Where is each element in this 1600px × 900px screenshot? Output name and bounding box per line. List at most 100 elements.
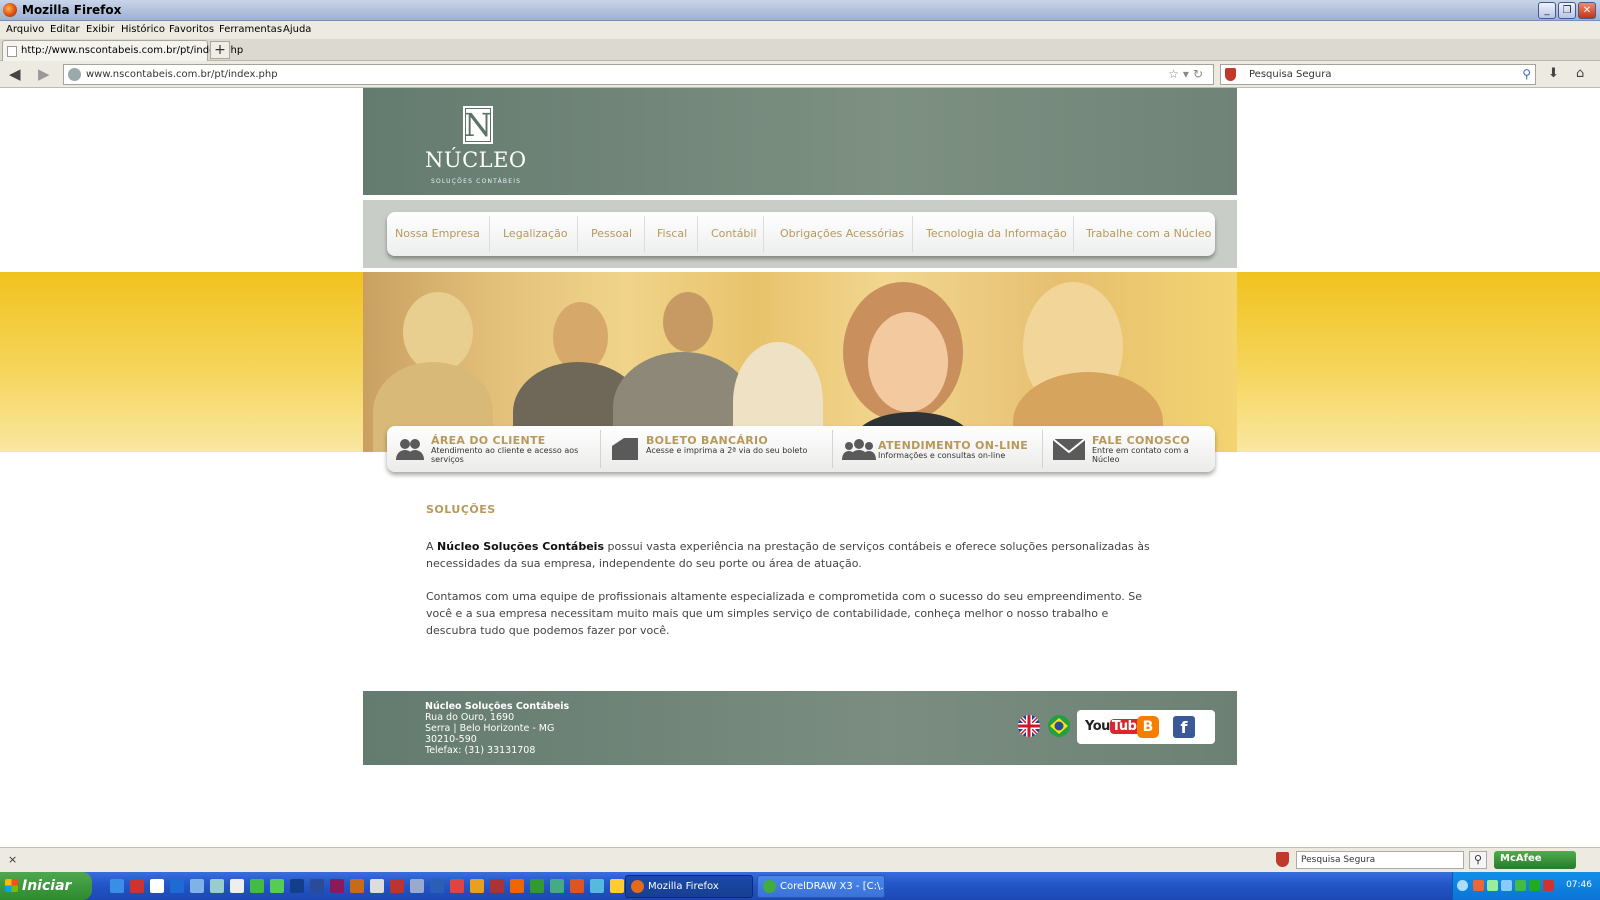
quicklaunch-utorrent-icon[interactable]	[270, 879, 284, 893]
search-icon[interactable]: ⚲	[1469, 851, 1487, 869]
forward-arrow-icon[interactable]: ▶	[38, 65, 50, 83]
quicklaunch-ie2-icon[interactable]	[590, 879, 604, 893]
main-content: SOLUÇÕES A Núcleo Soluções Contábeis pos…	[426, 503, 1161, 655]
uk-flag-icon[interactable]	[1018, 715, 1040, 737]
tray-app-icon[interactable]	[1529, 880, 1540, 891]
quicklaunch-network-icon[interactable]	[530, 879, 544, 893]
restore-button[interactable]: ❐	[1558, 2, 1576, 19]
site-identity-icon[interactable]	[68, 68, 81, 81]
quicklaunch-app-icon[interactable]	[490, 879, 504, 893]
minimize-button[interactable]: _	[1538, 2, 1556, 19]
social-links: You Tube B f	[1077, 710, 1215, 744]
windows-taskbar: Iniciar Mozilla Firefox CorelDRAW X3 - […	[0, 872, 1600, 900]
quicklaunch-opera-icon[interactable]	[130, 879, 144, 893]
footer-zip: 30210-590	[425, 734, 477, 745]
menu-trabalhe-com-a-nucleo[interactable]: Trabalhe com a Núcleo	[1086, 212, 1211, 256]
tray-app-icon[interactable]	[1473, 880, 1484, 891]
taskbar-window-firefox[interactable]: Mozilla Firefox	[625, 875, 753, 898]
quicklaunch-firefox-icon[interactable]	[510, 879, 524, 893]
menu-obrigacoes-acessorias[interactable]: Obrigações Acessórias	[780, 212, 904, 256]
bookmark-star-icon[interactable]: ☆▾↻	[1168, 67, 1207, 81]
intro-paragraph: A Núcleo Soluções Contábeis possui vasta…	[426, 538, 1161, 572]
search-placeholder[interactable]: Pesquisa Segura	[1249, 69, 1331, 80]
quicklaunch-indesign-icon[interactable]	[330, 879, 344, 893]
section-title: SOLUÇÕES	[426, 503, 496, 516]
back-arrow-icon[interactable]: ◀	[9, 65, 21, 83]
quicklaunch-skype-icon[interactable]	[170, 879, 184, 893]
menu-tecnologia-da-informacao[interactable]: Tecnologia da Informação	[926, 212, 1067, 256]
menu-fiscal[interactable]: Fiscal	[657, 212, 687, 256]
mcafee-shield-icon[interactable]	[1276, 852, 1289, 867]
quicklaunch-msn-icon[interactable]	[610, 879, 624, 893]
brazil-flag-icon[interactable]	[1048, 715, 1070, 737]
menu-historico[interactable]: Histórico	[121, 24, 165, 35]
quick-links-bar: ÁREA DO CLIENTE Atendimento ao cliente e…	[387, 426, 1215, 472]
tray-app-icon[interactable]	[1543, 880, 1554, 891]
quicklaunch-filezilla-icon[interactable]	[390, 879, 404, 893]
address-bar[interactable]: www.nscontabeis.com.br/pt/index.php ☆▾↻	[63, 64, 1214, 85]
page-favicon-icon	[7, 46, 17, 57]
quicklaunch-illustrator-icon[interactable]	[350, 879, 364, 893]
menu-favoritos[interactable]: Favoritos	[169, 24, 214, 35]
taskbar-window-coreldraw[interactable]: CorelDRAW X3 - [C:\...	[757, 875, 885, 898]
close-addon-bar-button[interactable]: ×	[8, 853, 17, 866]
tray-app-icon[interactable]	[1487, 880, 1498, 891]
menu-pessoal[interactable]: Pessoal	[591, 212, 632, 256]
taskbar-window-label: Mozilla Firefox	[648, 881, 719, 892]
menu-editar[interactable]: Editar	[50, 24, 80, 35]
close-window-button[interactable]: ✕	[1578, 2, 1596, 19]
facebook-icon[interactable]: f	[1173, 716, 1195, 738]
home-icon[interactable]: ⌂	[1576, 66, 1584, 81]
mcafee-button[interactable]: McAfee	[1494, 851, 1576, 869]
search-bar[interactable]: Pesquisa Segura ⚲	[1220, 64, 1536, 85]
url-text[interactable]: www.nscontabeis.com.br/pt/index.php	[86, 69, 278, 80]
tray-expand-icon[interactable]	[1457, 880, 1468, 891]
tab-active[interactable]: http://www.nscontabeis.com.br/pt/index.p…	[2, 40, 243, 61]
quicklaunch-acrobat-icon[interactable]	[150, 879, 164, 893]
tray-network-icon[interactable]	[1501, 880, 1512, 891]
menu-bar: Arquivo Editar Exibir Histórico Favorito…	[0, 21, 1600, 39]
logo-name[interactable]: NÚCLEO	[425, 148, 527, 172]
menu-divider	[912, 216, 913, 252]
quicklink-fale-conosco[interactable]: FALE CONOSCO Entre em contato com a Núcl…	[1044, 426, 1215, 472]
quicklaunch-firefox2-icon[interactable]	[570, 879, 584, 893]
menu-legalizacao[interactable]: Legalização	[503, 212, 568, 256]
quicklaunch-corel-icon[interactable]	[250, 879, 264, 893]
quicklaunch-chrome-icon[interactable]	[550, 879, 564, 893]
quicklaunch-notepad-icon[interactable]	[370, 879, 384, 893]
footer-city: Serra | Belo Horizonte - MG	[425, 723, 555, 734]
quicklaunch-word-icon[interactable]	[430, 879, 444, 893]
menu-ajuda[interactable]: Ajuda	[283, 24, 311, 35]
menu-nossa-empresa[interactable]: Nossa Empresa	[395, 212, 480, 256]
quicklaunch-media-icon[interactable]	[470, 879, 484, 893]
quicklaunch-outlook-icon[interactable]	[190, 879, 204, 893]
banner-person-1	[403, 292, 473, 372]
menu-ferramentas[interactable]: Ferramentas	[219, 24, 282, 35]
start-button[interactable]: Iniciar	[0, 872, 92, 900]
quicklaunch-photoshop-icon[interactable]	[290, 879, 304, 893]
addon-bar: × Pesquisa Segura ⚲ McAfee	[0, 847, 1600, 872]
download-icon[interactable]: ⬇	[1548, 66, 1559, 81]
quicklaunch-dreamweaver-icon[interactable]	[310, 879, 324, 893]
quicklaunch-explorer-icon[interactable]	[210, 879, 224, 893]
quicklink-divider	[1042, 430, 1043, 468]
quicklaunch-calc-icon[interactable]	[410, 879, 424, 893]
quicklaunch-ie-icon[interactable]	[110, 879, 124, 893]
clock[interactable]: 07:46	[1566, 880, 1592, 890]
menu-divider	[644, 216, 645, 252]
menu-arquivo[interactable]: Arquivo	[6, 24, 44, 35]
footer-contact: Núcleo Soluções Contábeis Rua do Ouro, 1…	[425, 701, 569, 756]
search-icon[interactable]: ⚲	[1522, 67, 1531, 81]
new-tab-button[interactable]: +	[210, 41, 230, 59]
quicklink-area-do-cliente[interactable]: ÁREA DO CLIENTE Atendimento ao cliente e…	[387, 426, 602, 472]
menu-exibir[interactable]: Exibir	[86, 24, 114, 35]
addon-search-input[interactable]: Pesquisa Segura	[1296, 851, 1464, 869]
quicklink-atendimento-on-line[interactable]: ATENDIMENTO ON-LINE Informações e consul…	[834, 426, 1042, 472]
logo-mark[interactable]: N	[463, 106, 493, 144]
quicklink-boleto-bancario[interactable]: BOLETO BANCÁRIO Acesse e imprima a 2ª vi…	[602, 426, 834, 472]
quicklaunch-desktop-icon[interactable]	[230, 879, 244, 893]
menu-contabil[interactable]: Contábil	[711, 212, 757, 256]
quicklaunch-powerpoint-icon[interactable]	[450, 879, 464, 893]
tray-app-icon[interactable]	[1515, 880, 1526, 891]
blogger-icon[interactable]: B	[1137, 716, 1159, 738]
